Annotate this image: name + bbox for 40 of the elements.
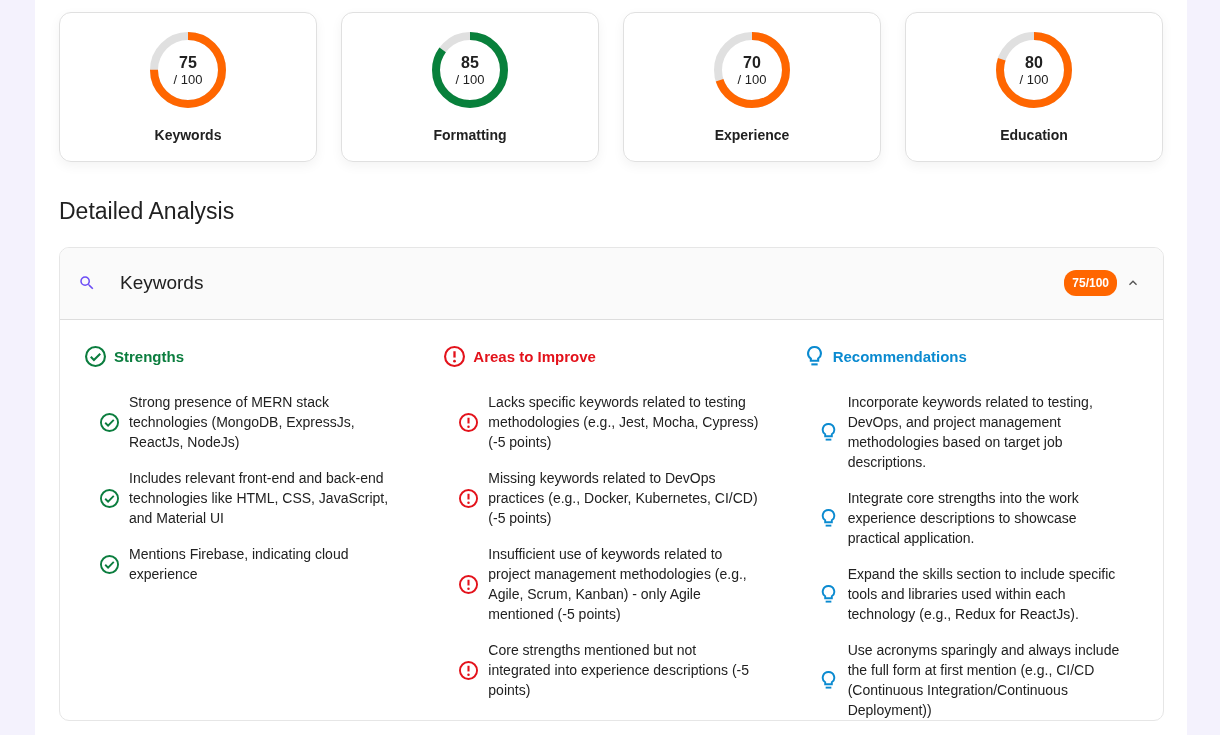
list-item-text: Expand the skills section to include specific tools and libraries used within each technology (e.g., Redux for ReactJs). <box>847 565 1117 624</box>
check-circle-icon <box>100 488 119 508</box>
column-heading: Areas to Improve <box>473 346 596 367</box>
score-max: / 100 <box>1019 71 1049 88</box>
check-circle-icon <box>85 346 106 368</box>
score-label: Keywords <box>154 126 222 145</box>
list-item-text: Mentions Firebase, indicating cloud experience <box>129 545 350 584</box>
score-label: Education <box>1000 126 1068 145</box>
list-item-text: Insufficient use of keywords related to project management methodologies (e.g., Agile, Scrum, Kanban) - only Agile mentioned (-5 points) <box>488 545 748 624</box>
exclamation-circle-icon <box>444 346 466 368</box>
list-item-text: Strong presence of MERN stack technologies (MongoDB, ExpressJs, ReactJs, NodeJs) <box>129 393 356 452</box>
score-max: / 100 <box>455 71 485 88</box>
score-value: 80 <box>1025 52 1043 72</box>
exclamation-circle-icon <box>459 412 479 432</box>
score-value: 75 <box>179 52 197 72</box>
list-item-text: Integrate core strengths into the work experience descriptions to showcase practical application. <box>847 489 1080 548</box>
column-heading: Recommendations <box>832 346 967 367</box>
list-item-text: Includes relevant front-end and back-end technologies like HTML, CSS, JavaScript, and Material UI <box>129 469 390 528</box>
exclamation-circle-icon <box>459 574 479 594</box>
column-heading: Strengths <box>114 346 184 367</box>
accordion-title: Keywords <box>120 270 204 295</box>
list-item-text: Missing keywords related to DevOps practices (e.g., Docker, Kubernetes, CI/CD) (-5 points) <box>488 469 759 528</box>
score-max: / 100 <box>737 71 767 88</box>
list-item-text: Core strengths mentioned but not integrated into experience descriptions (-5 points) <box>488 641 751 700</box>
check-circle-icon <box>100 554 119 574</box>
exclamation-circle-icon <box>459 488 479 508</box>
exclamation-circle-icon <box>459 660 479 680</box>
accordion-header[interactable]: Keywords 75/100 <box>60 247 1163 320</box>
search-icon <box>78 274 96 292</box>
score-label: Experience <box>714 126 790 145</box>
score-value: 70 <box>743 52 761 72</box>
score-label: Formatting <box>433 126 507 145</box>
list-item-text: Lacks specific keywords related to testing methodologies (e.g., Jest, Mocha, Cypress) (-5 points) <box>488 393 760 452</box>
list-item-text: Incorporate keywords related to testing, DevOps, and project management methodologies based on target job descriptions. <box>847 393 1094 472</box>
section-heading: Detailed Analysis <box>59 197 236 226</box>
score-value: 85 <box>461 52 479 72</box>
score-max: / 100 <box>173 71 203 88</box>
check-circle-icon <box>100 412 119 432</box>
score-badge: 75/100 <box>1064 270 1117 296</box>
list-item-text: Use acronyms sparingly and always include the full form at first mention (e.g., CI/CD (Continuous Integration/Continuous Deployment)) <box>847 641 1120 720</box>
